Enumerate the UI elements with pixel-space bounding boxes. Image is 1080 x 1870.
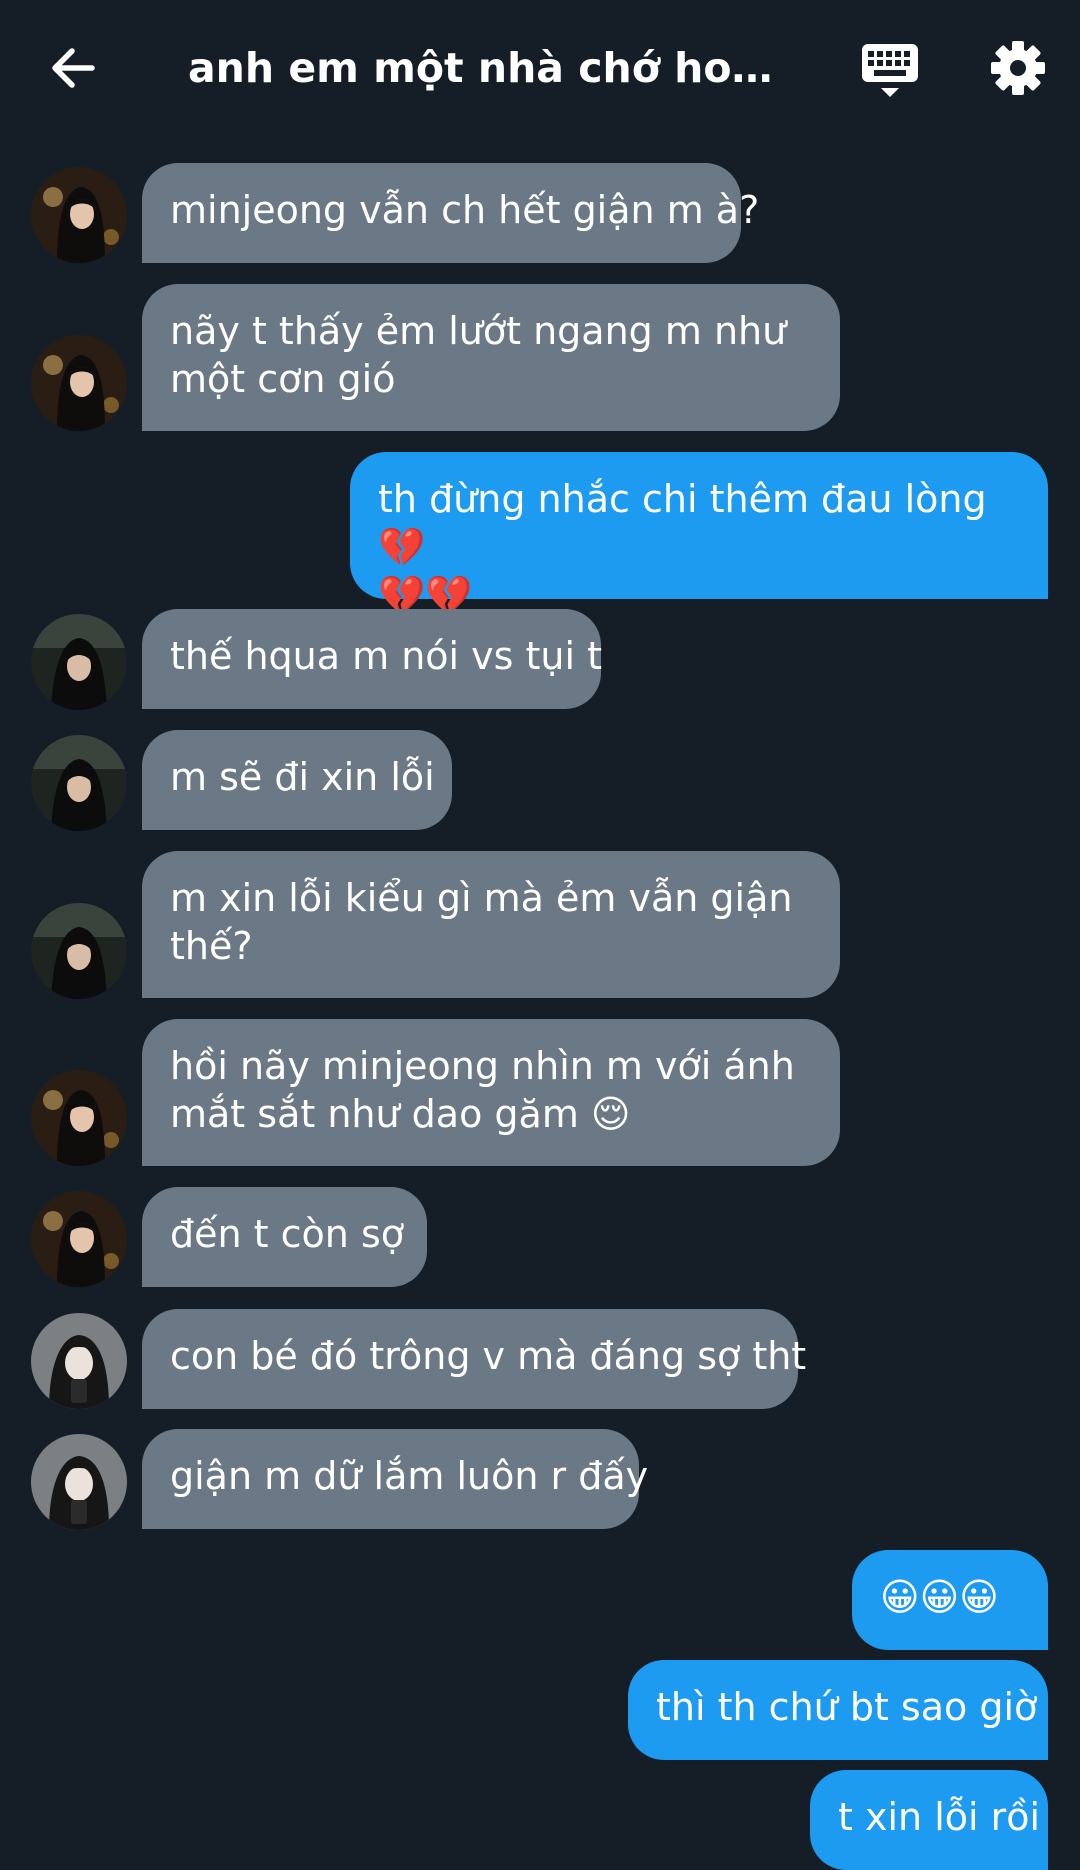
message-bubble-incoming[interactable]: thế hqua m nói vs tụi t [142, 609, 602, 709]
avatar[interactable] [31, 1434, 127, 1530]
avatar[interactable] [31, 335, 127, 431]
message-bubble-incoming[interactable]: đến t còn sợ [142, 1187, 427, 1287]
avatar-photo [31, 614, 127, 710]
avatar[interactable] [31, 167, 127, 263]
message-bubble-incoming[interactable]: m sẽ đi xin lỗi [142, 730, 452, 830]
message-bubble-incoming[interactable]: nãy t thấy ẻm lướt ngang m như một cơn g… [142, 284, 840, 431]
message-bubble-outgoing[interactable]: thì th chứ bt sao giờ [628, 1660, 1048, 1760]
avatar-photo [31, 335, 127, 431]
message-bubble-outgoing[interactable]: 😀😀😀 [852, 1550, 1048, 1650]
message-bubble-outgoing[interactable]: t xin lỗi rồi [810, 1770, 1048, 1870]
avatar[interactable] [31, 614, 127, 710]
avatar[interactable] [31, 735, 127, 831]
avatar-photo [31, 1070, 127, 1166]
avatar-photo [31, 1313, 127, 1409]
avatar-photo [31, 167, 127, 263]
avatar[interactable] [31, 903, 127, 999]
avatar-photo [31, 903, 127, 999]
avatar[interactable] [31, 1070, 127, 1166]
message-bubble-incoming[interactable]: minjeong vẫn ch hết giận m à? [142, 163, 759, 263]
message-bubble-incoming[interactable]: con bé đó trông v mà đáng sợ tht [142, 1309, 806, 1409]
avatar-photo [31, 735, 127, 831]
message-bubble-outgoing[interactable]: th đừng nhắc chi thêm đau lòng 💔 💔💔 [350, 452, 1048, 617]
message-bubble-incoming[interactable]: hồi nãy minjeong nhìn m với ánh mắt sắt … [142, 1019, 840, 1166]
avatar[interactable] [31, 1313, 127, 1409]
message-bubble-incoming[interactable]: m xin lỗi kiểu gì mà ẻm vẫn giận thế? [142, 851, 840, 998]
avatar-photo [31, 1191, 127, 1287]
message-bubble-incoming[interactable]: giận m dữ lắm luôn r đấy [142, 1429, 648, 1529]
avatar-photo [31, 1434, 127, 1530]
message-list: minjeong vẫn ch hết giận m à? nãy t thấy… [0, 0, 1080, 1870]
avatar[interactable] [31, 1191, 127, 1287]
